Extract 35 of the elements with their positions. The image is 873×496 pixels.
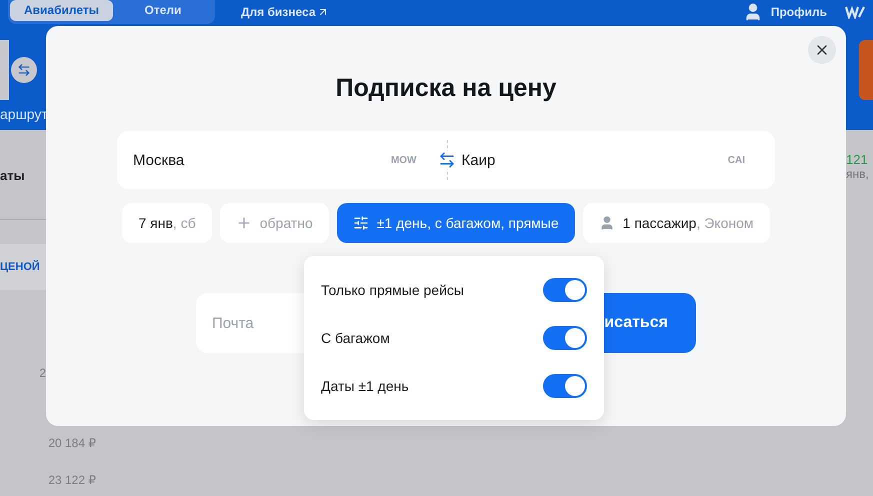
toggle-switch[interactable]	[543, 278, 587, 302]
profile-link[interactable]: Профиль	[770, 5, 827, 19]
airport-code: CAI	[728, 154, 745, 166]
filters-chip[interactable]: ±1 день, с багажом, прямые	[336, 203, 575, 243]
airport-code: MOW	[390, 154, 416, 166]
nav-tab[interactable]: Отели	[113, 0, 213, 21]
price-banner-label: ЦЕНОЙ	[0, 261, 41, 273]
price-text: 23 122 ₽	[47, 473, 97, 487]
nav-tab[interactable]: Авиабилеты	[10, 0, 113, 21]
price-text: 2	[38, 366, 47, 380]
search-field[interactable]	[0, 40, 11, 100]
plus-icon	[236, 215, 252, 231]
business-link[interactable]: Для бизнеса	[241, 5, 329, 19]
best-date: янв,	[846, 167, 870, 181]
option-label: Только прямые рейсы	[321, 282, 464, 298]
passengers-chip[interactable]: 1 пассажир, Эконом	[582, 203, 770, 243]
swap-icon[interactable]	[438, 151, 456, 169]
origin-city[interactable]: Москва	[133, 152, 391, 168]
swap-icon	[17, 63, 31, 77]
route-label: аршрут	[0, 106, 49, 122]
toggle-switch[interactable]	[543, 374, 587, 398]
departure-date-chip[interactable]: 7 янв, сб	[122, 203, 212, 243]
dialog-title: Подписка на цену	[336, 74, 556, 103]
user-icon	[598, 215, 615, 231]
logo-icon	[845, 5, 865, 19]
close-button[interactable]	[808, 36, 836, 64]
swap-button[interactable]	[11, 57, 37, 83]
toggle-switch[interactable]	[543, 326, 587, 350]
option-label: С багажом	[321, 330, 390, 346]
best-price: 121	[846, 152, 869, 167]
sliders-icon	[352, 215, 369, 231]
option-label: Даты ±1 день	[321, 378, 409, 394]
destination-city[interactable]: Каир	[462, 152, 728, 168]
return-date-chip[interactable]: обратно	[220, 203, 329, 243]
price-text: 20 184 ₽	[47, 436, 97, 450]
